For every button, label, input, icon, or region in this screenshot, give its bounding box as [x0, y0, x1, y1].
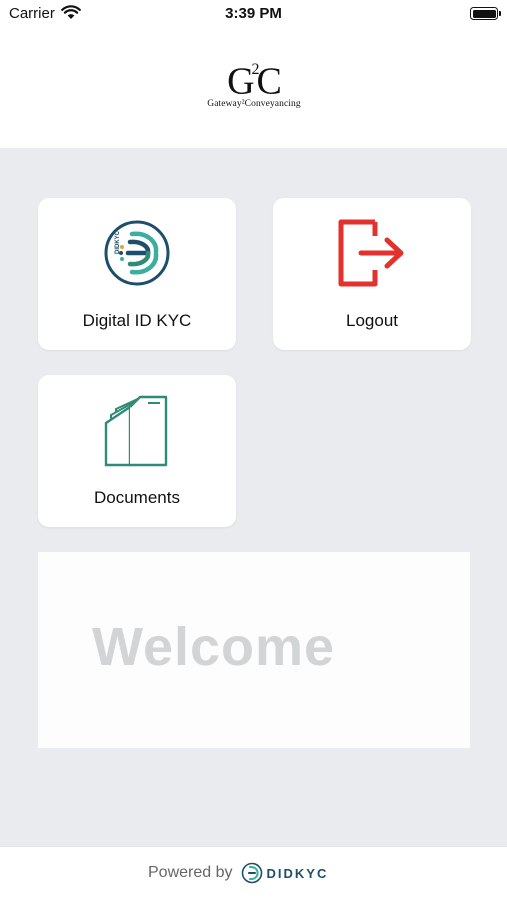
logout-tile[interactable]: Logout [273, 198, 471, 350]
svg-text:DIDKYC: DIDKYC [115, 230, 121, 254]
battery-icon [470, 7, 501, 20]
status-bar: Carrier 3:39 PM [0, 0, 507, 30]
logout-icon [273, 218, 471, 288]
digital-id-kyc-label: Digital ID KYC [82, 311, 192, 330]
logo-mark: G2C [227, 60, 282, 103]
footer: Powered by DIDKYC [0, 846, 507, 900]
documents-label: Documents [94, 488, 180, 507]
powered-by-label: Powered by [148, 864, 233, 881]
digital-id-kyc-tile[interactable]: DIDKYC Digital ID KYC [38, 198, 236, 350]
logout-label: Logout [346, 311, 398, 330]
app-header: G2C Gateway²Conveyancing [0, 30, 507, 148]
didkyc-small-icon [241, 862, 262, 884]
didkyc-brand-logo: DIDKYC [241, 862, 329, 884]
brand-name: DIDKYC [266, 865, 329, 881]
documents-folder-icon [38, 395, 236, 467]
g2c-logo: G2C Gateway²Conveyancing [196, 56, 312, 114]
didkyc-icon: DIDKYC [38, 218, 236, 288]
home-content: DIDKYC Digital ID KYC Logout Documents W… [0, 148, 507, 846]
documents-tile[interactable]: Documents [38, 375, 236, 527]
clock: 3:39 PM [225, 5, 282, 22]
welcome-banner: Welcome [38, 552, 470, 748]
powered-by: Powered by DIDKYC [148, 862, 328, 884]
welcome-text: Welcome [92, 617, 336, 677]
